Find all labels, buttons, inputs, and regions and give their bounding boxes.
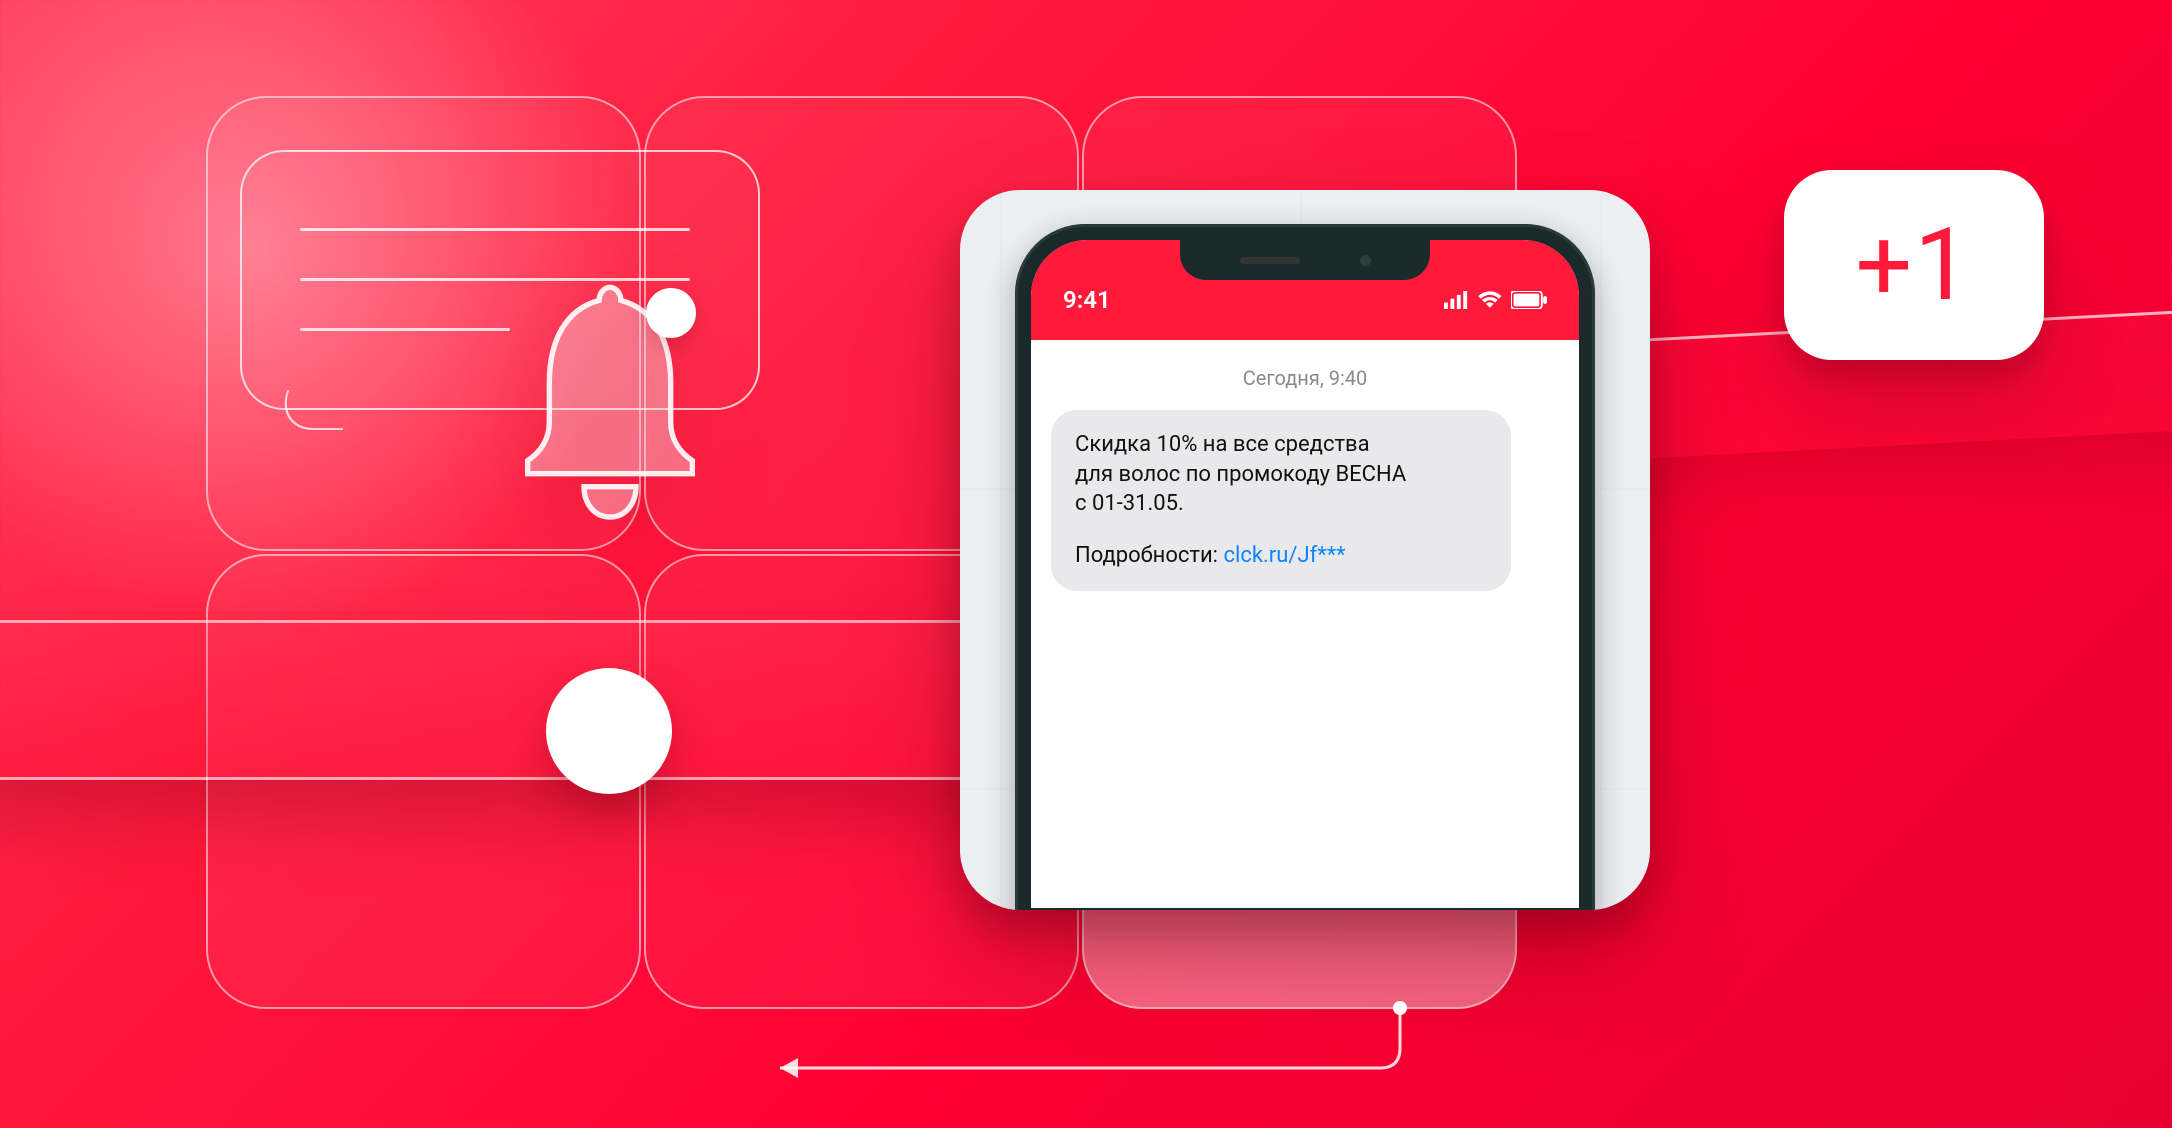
wifi-icon	[1477, 291, 1503, 309]
sms-text: Скидка 10% на все средства	[1075, 430, 1487, 460]
sms-bubble: Скидка 10% на все средства для волос по …	[1051, 410, 1511, 591]
chat-text-line	[300, 328, 510, 331]
sms-text: для волос по промокоду ВЕСНА	[1075, 460, 1487, 490]
plus-one-badge: +1	[1784, 170, 2044, 360]
sms-link: clck.ru/Jf***	[1223, 543, 1345, 568]
loop-arrow-icon	[720, 998, 1420, 1078]
phone-preview-card: 9:41 Сегодня, 9:40 Скидка 10% на все сре…	[960, 190, 1650, 910]
sms-message-area: Сегодня, 9:40 Скидка 10% на все средства…	[1031, 340, 1579, 617]
sms-date-label: Сегодня, 9:40	[1051, 366, 1559, 390]
phone-frame: 9:41 Сегодня, 9:40 Скидка 10% на все сре…	[1015, 224, 1595, 910]
signal-icon	[1444, 291, 1470, 309]
battery-icon	[1511, 291, 1547, 309]
chat-text-line	[300, 228, 690, 231]
decorative-dot	[546, 668, 672, 794]
sms-text: с 01-31.05.	[1075, 489, 1487, 519]
bell-icon	[500, 270, 720, 530]
decorative-ribbon	[0, 620, 1050, 780]
sms-details: Подробности: clck.ru/Jf***	[1075, 541, 1487, 571]
sms-details-label: Подробности:	[1075, 543, 1223, 568]
phone-screen: 9:41 Сегодня, 9:40 Скидка 10% на все сре…	[1031, 240, 1579, 908]
status-time: 9:41	[1063, 286, 1111, 314]
badge-text: +1	[1856, 207, 1973, 324]
notification-dot-icon	[646, 288, 696, 338]
phone-notch	[1180, 240, 1430, 280]
